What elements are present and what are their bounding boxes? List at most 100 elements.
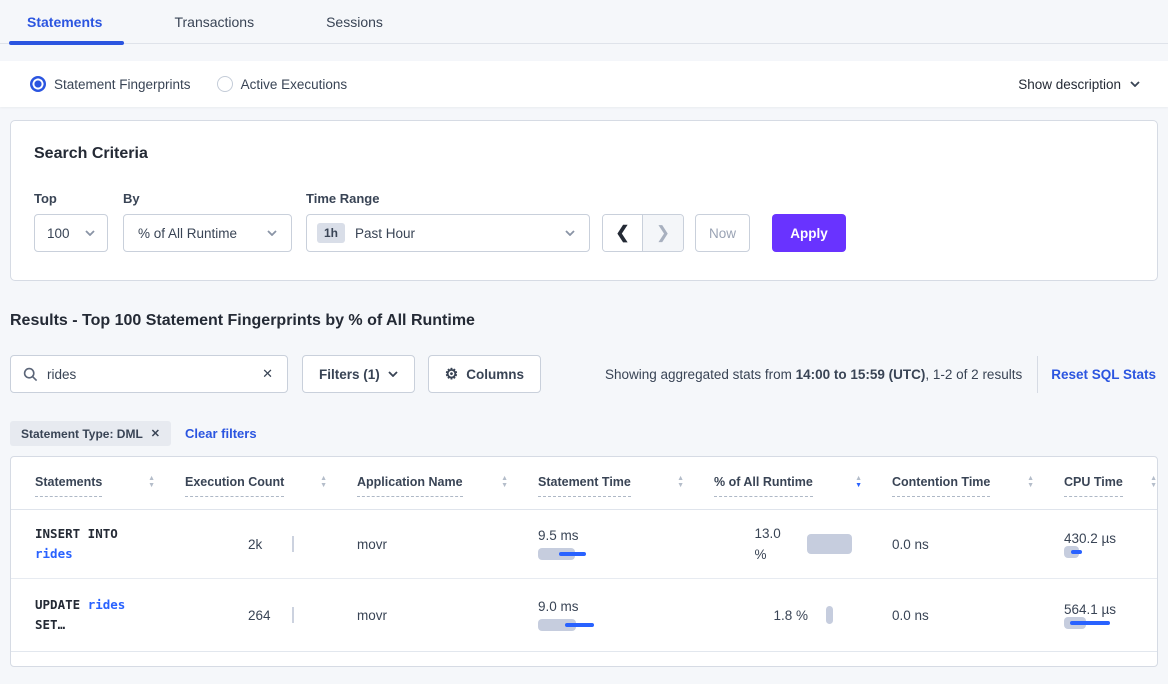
sort-icons[interactable]: ▲▼ <box>148 476 155 490</box>
column-header-label: CPU Time <box>1064 475 1123 497</box>
time-range-label: Time Range <box>306 191 590 206</box>
tab-transactions[interactable]: Transactions <box>174 14 276 43</box>
statement-link[interactable]: rides <box>35 546 73 561</box>
execution-count-value: 2k <box>248 537 292 552</box>
active-filters-row: Statement Type: DML ✕ Clear filters <box>10 421 1158 446</box>
filter-chip-statement-type[interactable]: Statement Type: DML ✕ <box>10 421 171 446</box>
clear-filters-link[interactable]: Clear filters <box>185 426 257 441</box>
time-next-button[interactable]: ❯ <box>643 215 683 251</box>
chevron-right-icon: ❯ <box>656 223 670 243</box>
chevron-down-icon <box>565 230 575 236</box>
statement-cell: INSERT INTO rides <box>35 522 185 566</box>
chevron-left-icon: ❮ <box>615 223 629 243</box>
radio-icon <box>217 76 233 92</box>
columns-button[interactable]: ⚙ Columns <box>428 355 541 393</box>
execution-count-cell: 264 <box>185 591 357 639</box>
sort-desc-icon: ▼ <box>320 483 327 490</box>
column-header-label: Application Name <box>357 475 463 497</box>
pct-runtime-value: 13.0 % <box>755 523 797 565</box>
sort-desc-icon: ▼ <box>148 483 155 490</box>
column-header-contention-time[interactable]: Contention Time▲▼ <box>892 475 1064 497</box>
column-header-execution-count[interactable]: Execution Count ▲▼ <box>185 475 357 497</box>
column-header-label: Execution Count <box>185 475 284 497</box>
statement-time-value: 9.0 ms <box>538 599 714 614</box>
cpu-time-bar <box>1064 617 1110 629</box>
column-header-application-name[interactable]: Application Name ▲▼ <box>357 475 538 497</box>
sort-icons[interactable]: ▲▼ <box>1027 476 1034 490</box>
apply-button[interactable]: Apply <box>772 214 846 252</box>
execution-count-value: 264 <box>248 608 292 623</box>
chevron-down-icon <box>1130 81 1140 87</box>
tab-statements[interactable]: Statements <box>27 14 124 43</box>
now-button[interactable]: Now <box>695 214 750 252</box>
radio-statement-fingerprints[interactable]: Statement Fingerprints <box>30 76 191 92</box>
statement-text: INSERT INTO <box>35 526 118 541</box>
table-header-row: Statements▲▼Execution Count▲▼Application… <box>11 457 1157 510</box>
cpu-time-value: 430.2 µs <box>1064 531 1158 546</box>
table-row: UPDATE ridesSET…264movr9.0 ms1.8 %0.0 ns… <box>11 578 1157 651</box>
sort-desc-icon: ▼ <box>501 483 508 490</box>
remove-filter-icon[interactable]: ✕ <box>151 427 160 440</box>
time-nav-group: ❮ ❯ <box>602 214 684 252</box>
sort-desc-icon: ▼ <box>1027 483 1034 490</box>
contention-time-value: 0.0 ns <box>892 591 1064 639</box>
radio-icon <box>30 76 46 92</box>
pct-runtime-value: 1.8 % <box>774 605 816 626</box>
columns-button-label: Columns <box>466 367 524 382</box>
statement-code-line: SET… <box>35 615 185 635</box>
showing-stats-range: 14:00 to 15:59 (UTC) <box>796 367 926 382</box>
time-range-select[interactable]: 1h Past Hour <box>306 214 590 252</box>
top-select-value: 100 <box>47 226 70 241</box>
execution-count-bar <box>292 536 294 552</box>
sort-icons[interactable]: ▲▼ <box>855 476 862 490</box>
statement-code-line: rides <box>35 544 185 564</box>
column-header-of-all-runtime[interactable]: % of All Runtime▲▼ <box>714 475 892 497</box>
time-range-value: Past Hour <box>355 226 415 241</box>
column-header-statements[interactable]: Statements▲▼ <box>35 475 185 497</box>
application-name-value: movr <box>357 522 538 566</box>
showing-stats-text: Showing aggregated stats from 14:00 to 1… <box>605 367 1022 382</box>
statement-time-bar <box>538 548 586 560</box>
radio-active-executions[interactable]: Active Executions <box>217 76 348 92</box>
sort-icons[interactable]: ▲▼ <box>1150 476 1157 490</box>
view-mode-bar: Statement FingerprintsActive Executions … <box>0 61 1168 107</box>
column-header-statement-time[interactable]: Statement Time▲▼ <box>538 475 714 497</box>
cpu-time-cell: 430.2 µs <box>1064 522 1158 566</box>
filters-button[interactable]: Filters (1) <box>302 355 415 393</box>
show-description-toggle[interactable]: Show description <box>1018 77 1140 92</box>
filter-chip-label: Statement Type: DML <box>21 427 143 441</box>
search-input[interactable] <box>47 367 260 382</box>
table-body: INSERT INTOrides2kmovr9.5 ms13.0 %0.0 ns… <box>11 510 1157 652</box>
pct-runtime-bar <box>807 534 852 554</box>
sort-desc-icon: ▼ <box>855 483 862 490</box>
top-label: Top <box>34 191 108 206</box>
sort-desc-icon: ▼ <box>677 483 684 490</box>
top-tabbar: Statements Transactions Sessions <box>0 0 1168 44</box>
execution-count-bar <box>292 607 294 623</box>
view-mode-radio-group: Statement Fingerprints Active Executions <box>30 76 347 92</box>
chevron-down-icon <box>267 230 277 236</box>
tab-sessions[interactable]: Sessions <box>326 14 405 43</box>
search-box: ✕ <box>10 355 288 393</box>
by-select[interactable]: % of All Runtime <box>123 214 292 252</box>
time-prev-button[interactable]: ❮ <box>603 215 643 251</box>
search-criteria-panel: Search Criteria Top 100 By % of All Runt… <box>10 120 1158 281</box>
reset-sql-stats-link[interactable]: Reset SQL Stats <box>1051 367 1158 382</box>
statements-table: Statements▲▼Execution Count▲▼Application… <box>10 456 1158 667</box>
application-name-value: movr <box>357 591 538 639</box>
statement-time-bar <box>538 619 594 631</box>
statement-link[interactable]: rides <box>88 597 126 612</box>
top-select[interactable]: 100 <box>34 214 108 252</box>
cpu-time-bar <box>1064 546 1082 558</box>
statement-code-line: INSERT INTO <box>35 524 185 544</box>
sort-icons[interactable]: ▲▼ <box>677 476 684 490</box>
statement-time-value: 9.5 ms <box>538 528 714 543</box>
gear-icon: ⚙ <box>445 367 458 382</box>
clear-search-icon[interactable]: ✕ <box>260 364 275 384</box>
cpu-time-cell: 564.1 µs <box>1064 591 1158 639</box>
column-header-cpu-time[interactable]: CPU Time ▲▼ <box>1064 475 1158 497</box>
results-heading: Results - Top 100 Statement Fingerprints… <box>10 312 1158 330</box>
sort-icons[interactable]: ▲▼ <box>320 476 327 490</box>
sort-icons[interactable]: ▲▼ <box>501 476 508 490</box>
search-criteria-title: Search Criteria <box>34 145 1133 163</box>
